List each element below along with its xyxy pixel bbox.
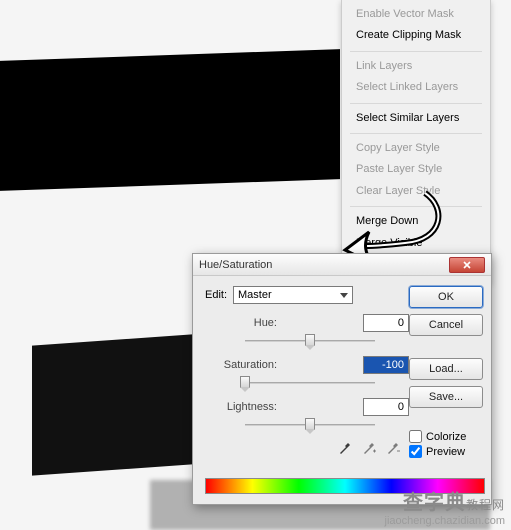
menu-separator — [350, 51, 482, 52]
dialog-title: Hue/Saturation — [199, 259, 449, 271]
eyedropper-group — [205, 440, 401, 456]
menu-item-link-layers: Link Layers — [342, 56, 490, 77]
lightness-label: Lightness: — [205, 401, 277, 413]
colorize-check[interactable]: Colorize — [409, 430, 483, 443]
edit-label: Edit: — [205, 289, 227, 301]
canvas-shape-bottom — [32, 334, 192, 475]
menu-item-enable-vector-mask: Enable Vector Mask — [342, 4, 490, 25]
preview-check[interactable]: Preview — [409, 445, 483, 458]
preview-checkbox[interactable] — [409, 445, 422, 458]
edit-select[interactable]: Master — [233, 286, 353, 304]
hue-slider[interactable] — [245, 334, 375, 348]
save-button[interactable]: Save... — [409, 386, 483, 408]
menu-item-select-similar-layers[interactable]: Select Similar Layers — [342, 108, 490, 129]
saturation-field: Saturation: — [205, 356, 409, 374]
saturation-input[interactable] — [363, 356, 409, 374]
dialog-titlebar[interactable]: Hue/Saturation — [193, 254, 491, 276]
cancel-button[interactable]: Cancel — [409, 314, 483, 336]
eyedropper-icon[interactable] — [337, 440, 353, 456]
menu-item-paste-layer-style: Paste Layer Style — [342, 159, 490, 180]
colorize-label: Colorize — [426, 431, 466, 443]
menu-item-copy-layer-style: Copy Layer Style — [342, 138, 490, 159]
menu-item-select-linked-layers: Select Linked Layers — [342, 77, 490, 98]
hue-field: Hue: — [205, 314, 409, 332]
chevron-down-icon — [340, 293, 348, 298]
colorize-checkbox[interactable] — [409, 430, 422, 443]
menu-separator — [350, 133, 482, 134]
lightness-field: Lightness: — [205, 398, 409, 416]
eyedropper-add-icon[interactable] — [361, 440, 377, 456]
lightness-slider[interactable] — [245, 418, 375, 432]
menu-separator — [350, 103, 482, 104]
lightness-input[interactable] — [363, 398, 409, 416]
close-icon — [463, 261, 471, 269]
hue-label: Hue: — [205, 317, 277, 329]
close-button[interactable] — [449, 257, 485, 273]
edit-select-value: Master — [238, 289, 272, 301]
load-button[interactable]: Load... — [409, 358, 483, 380]
eyedropper-subtract-icon[interactable] — [385, 440, 401, 456]
hue-saturation-dialog: Hue/Saturation Edit: Master Hue: — [192, 253, 492, 505]
saturation-slider[interactable] — [245, 376, 375, 390]
menu-item-create-clipping-mask[interactable]: Create Clipping Mask — [342, 25, 490, 46]
saturation-label: Saturation: — [205, 359, 277, 371]
canvas-shape-top — [0, 49, 340, 191]
hue-input[interactable] — [363, 314, 409, 332]
preview-label: Preview — [426, 446, 465, 458]
watermark: 查字典教程网 jiaocheng.chazidian.com — [385, 491, 505, 528]
ok-button[interactable]: OK — [409, 286, 483, 308]
